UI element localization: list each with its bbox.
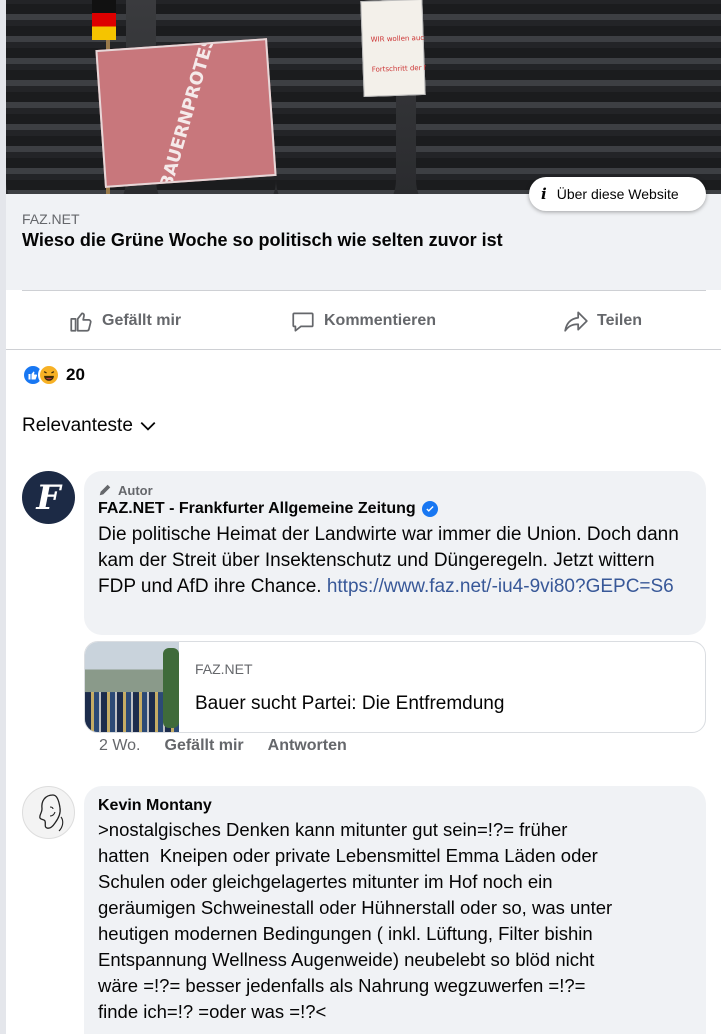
comment-icon	[292, 312, 314, 332]
comment-reply-button[interactable]: Antworten	[268, 737, 347, 755]
tyre	[526, 0, 646, 194]
author-badge: Autor	[98, 481, 692, 499]
link-preview-image[interactable]: #BAUERNPROTEST WIR wollen auch Fortschri…	[6, 0, 721, 194]
like-button[interactable]: Gefällt mir	[68, 306, 181, 336]
comment-sort-dropdown[interactable]: Relevanteste	[22, 415, 157, 437]
comment-button[interactable]: Kommentieren	[290, 306, 436, 336]
comment-author[interactable]: FAZ.NET - Frankfurter Allgemeine Zeitung	[98, 500, 692, 518]
comment-text: >nostalgisches Denken kann mitunter gut …	[98, 819, 613, 1022]
like-label: Gefällt mir	[102, 312, 182, 329]
link-card[interactable]: FAZ.NET Bauer sucht Partei: Die Entfremd…	[84, 641, 706, 733]
protest-sign-small: WIR wollen auch Fortschritt der Natur	[360, 0, 444, 98]
reaction-count: 20	[66, 365, 85, 384]
thumbs-up-icon	[70, 312, 92, 332]
protest-sign: #BAUERNPROTEST	[95, 22, 277, 194]
chevron-down-icon	[140, 421, 156, 431]
sketch-face-icon	[39, 794, 64, 832]
share-label: Teilen	[597, 312, 643, 329]
comment-meta: 2 Wo. Gefällt mir Antworten	[99, 737, 371, 755]
share-button[interactable]: Teilen	[563, 306, 642, 336]
protest-sign-text: #BAUERNPROTEST	[153, 40, 223, 185]
verified-badge-icon	[421, 501, 438, 517]
reactions-summary[interactable]: 20	[22, 364, 85, 386]
comment-time[interactable]: 2 Wo.	[99, 737, 141, 755]
german-flag	[92, 0, 116, 40]
sign2-line1: WIR wollen auch	[371, 34, 427, 44]
link-source: FAZ.NET	[22, 211, 80, 227]
tyre	[636, 0, 721, 194]
link-headline[interactable]: Wieso die Grüne Woche so politisch wie s…	[22, 230, 503, 251]
comment-link[interactable]: https://www.faz.net/-iu4-9vi80?GEPC=S6	[327, 576, 674, 597]
haha-reaction-icon	[38, 364, 60, 386]
share-icon	[564, 311, 588, 332]
comment-bubble: Kevin Montany >nostalgisches Denken kann…	[84, 786, 706, 1034]
avatar-faz[interactable]: F	[22, 471, 75, 524]
avatar-kevin-montany[interactable]	[22, 786, 75, 839]
comment-like-button[interactable]: Gefällt mir	[165, 737, 244, 755]
info-icon: i	[541, 185, 547, 203]
sign2-line2: Fortschritt der Natur	[372, 63, 427, 73]
comment-label: Kommentieren	[324, 312, 437, 329]
link-card-thumbnail	[85, 642, 179, 732]
facebook-post-page: #BAUERNPROTEST WIR wollen auch Fortschri…	[0, 0, 721, 1034]
pencil-icon	[99, 484, 111, 496]
divider	[6, 349, 721, 350]
comment-bubble: Autor FAZ.NET - Frankfurter Allgemeine Z…	[84, 471, 706, 635]
about-website-button[interactable]: i Über diese Website	[529, 177, 706, 211]
link-card-title: Bauer sucht Partei: Die Entfremdung	[195, 693, 505, 714]
comment-author-name[interactable]: FAZ.NET - Frankfurter Allgemeine Zeitung	[98, 500, 416, 518]
divider	[22, 290, 706, 291]
faz-logo-icon: F	[36, 477, 61, 518]
speaker-image	[163, 648, 179, 728]
comment-text: Die politische Heimat der Landwirte war …	[98, 522, 692, 600]
link-card-source: FAZ.NET	[195, 661, 253, 677]
sort-label: Relevanteste	[22, 415, 133, 436]
comment-author-name[interactable]: Kevin Montany	[98, 797, 692, 815]
about-website-label: Über diese Website	[556, 186, 679, 202]
author-badge-label: Autor	[118, 482, 153, 498]
tyre	[416, 0, 536, 194]
